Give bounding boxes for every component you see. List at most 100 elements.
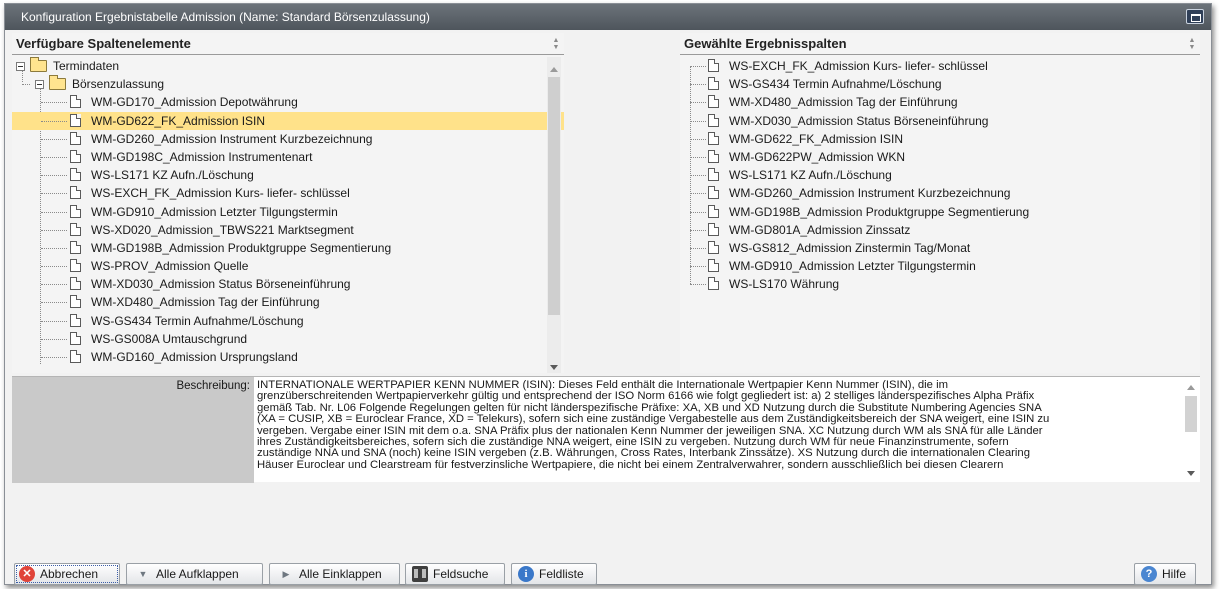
tree-connector [41,175,67,177]
tree-item[interactable]: WM-XD480_Admission Tag der Einführung [12,293,564,311]
tree-folder-boersenzulassung[interactable]: Börsenzulassung [12,75,564,93]
tree-item[interactable]: WS-EXCH_FK_Admission Kurs- liefer- schlü… [12,184,564,202]
selected-column-label: WM-GD801A_Admission Zinssatz [729,222,911,237]
description-scrollbar[interactable] [1184,379,1198,481]
selected-columns-heading: Gewählte Ergebnisspalten ▲ ▼ [680,33,1200,55]
tree-item[interactable]: WM-GD198C_Admission Instrumentenart [12,148,564,166]
tree-item-label: WS-LS171 KZ Aufn./Löschung [91,168,254,183]
tree-item[interactable]: WM-GD198B_Admission Produktgruppe Segmen… [12,239,564,257]
tree-folder-termindaten[interactable]: Termindaten [12,57,564,75]
tree-item[interactable]: WS-XD020_Admission_TBWS221 Marktsegment [12,221,564,239]
tree-item[interactable]: WS-LS171 KZ Aufn./Löschung [12,166,564,184]
document-icon [70,240,81,254]
scroll-down-icon[interactable] [550,365,558,370]
collapse-icon[interactable] [35,80,44,90]
description-line: (XA = CUSIP, XB = Euroclear France, XD =… [257,413,1050,426]
field-search-label: Feldsuche [433,567,489,581]
sort-arrows-icon[interactable]: ▲ ▼ [552,37,560,51]
tree-connector [22,84,30,86]
selected-column-item[interactable]: WM-GD260_Admission Instrument Kurzbezeic… [680,184,1200,202]
tree-item-label: WM-GD198C_Admission Instrumentenart [91,149,313,164]
selected-column-item[interactable]: WS-GS812_Admission Zinstermin Tag/Monat [680,239,1200,257]
tree-item[interactable]: WM-GD170_Admission Depotwährung [12,93,564,111]
scroll-down-icon[interactable] [1187,471,1195,476]
folder-label: Termindaten [53,59,120,73]
selected-column-item[interactable]: WS-LS171 KZ Aufn./Löschung [680,166,1200,184]
tree-connector [41,338,67,340]
tree-item-label: WS-XD020_Admission_TBWS221 Marktsegment [91,222,354,237]
tree-connector [41,266,67,268]
selected-column-item[interactable]: WM-GD198B_Admission Produktgruppe Segmen… [680,203,1200,221]
available-columns-scrollbar[interactable] [547,57,561,373]
info-icon: i [518,566,534,582]
selected-column-item[interactable]: WS-LS170 Währung [680,275,1200,293]
folder-icon [30,57,47,72]
selected-column-label: WS-LS171 KZ Aufn./Löschung [729,168,892,183]
collapse-all-label: Alle Einklappen [299,567,382,581]
selected-column-item[interactable]: WS-EXCH_FK_Admission Kurs- liefer- schlü… [680,57,1200,75]
document-icon [70,222,81,236]
tree-item-label: WM-GD160_Admission Ursprungsland [91,350,298,364]
selected-column-label: WM-XD480_Admission Tag der Einführung [729,95,958,110]
document-icon [708,168,719,182]
selected-column-label: WS-GS812_Admission Zinstermin Tag/Monat [729,240,971,255]
document-icon [70,186,81,200]
scroll-up-icon[interactable] [1187,385,1195,390]
selected-column-item[interactable]: WM-GD801A_Admission Zinssatz [680,221,1200,239]
selected-column-item[interactable]: WM-XD030_Admission Status Börseneinführu… [680,112,1200,130]
selected-column-item[interactable]: WM-GD622PW_Admission WKN [680,148,1200,166]
document-icon [708,131,719,145]
tree-item-label: WS-PROV_Admission Quelle [91,259,249,274]
tree-connector [690,102,706,104]
document-icon [70,295,81,309]
tree-connector [41,320,67,322]
tree-connector [41,211,67,213]
expand-all-label: Alle Aufklappen [156,567,239,581]
document-icon [708,95,719,109]
field-list-button[interactable]: i Feldliste [511,563,597,585]
selected-column-item[interactable]: WS-GS434 Termin Aufnahme/Löschung [680,75,1200,93]
scrollbar-thumb[interactable] [1185,396,1197,432]
collapse-all-button[interactable]: ▶ Alle Einklappen [269,563,400,585]
selected-column-item[interactable]: WM-GD622_FK_Admission ISIN [680,130,1200,148]
sort-arrows-icon[interactable]: ▲ ▼ [1188,37,1196,51]
collapse-icon[interactable] [16,62,25,71]
selected-column-item[interactable]: WM-GD910_Admission Letzter Tilgungstermi… [680,257,1200,275]
tree-connector [41,302,67,304]
tree-item-label: WM-GD622_FK_Admission ISIN [91,113,266,128]
document-icon [70,149,81,163]
tree-connector [690,211,706,213]
tree-item-label: WS-GS434 Termin Aufnahme/Löschung [91,313,304,328]
tree-item[interactable]: WM-GD260_Admission Instrument Kurzbezeic… [12,130,564,148]
scrollbar-thumb[interactable] [548,77,560,315]
selected-column-item[interactable]: WM-XD480_Admission Tag der Einführung [680,93,1200,111]
tree-connector [690,175,706,177]
tree-item[interactable]: WS-GS008A Umtauschgrund [12,330,564,348]
description-line: Häuser Euroclear und Clearstream für fes… [257,458,1004,471]
field-search-button[interactable]: Feldsuche [405,563,505,585]
window-title: Konfiguration Ergebnistabelle Admission … [21,10,430,24]
tree-item[interactable]: WS-PROV_Admission Quelle [12,257,564,275]
selected-column-label: WS-EXCH_FK_Admission Kurs- liefer- schlü… [729,59,988,73]
selected-column-label: WS-LS170 Währung [729,277,840,292]
tree-item[interactable]: WM-GD622_FK_Admission ISIN [12,111,564,130]
document-icon [70,204,81,218]
cancel-button[interactable]: ✕ Abbrechen [14,563,120,585]
tree-item[interactable]: WM-GD910_Admission Letzter Tilgungstermi… [12,203,564,221]
tree-item[interactable]: WM-GD160_Admission Ursprungsland [12,348,564,366]
tree-item[interactable]: WM-XD030_Admission Status Börseneinführu… [12,275,564,293]
selected-columns-pane: Gewählte Ergebnisspalten ▲ ▼ WS-EXCH_FK_A… [680,33,1200,373]
selected-columns-title: Gewählte Ergebnisspalten [684,36,847,51]
document-icon [708,186,719,200]
scroll-up-icon[interactable] [550,67,558,72]
help-button[interactable]: ? Hilfe [1134,563,1196,585]
available-columns-pane: Verfügbare Spaltenelemente ▲ ▼ Termindate… [12,33,564,373]
tree-item[interactable]: WS-GS434 Termin Aufnahme/Löschung [12,312,564,330]
document-icon [70,113,81,127]
selected-column-label: WM-GD198B_Admission Produktgruppe Segmen… [729,204,1030,219]
expand-all-button[interactable]: ▼ Alle Aufklappen [126,563,263,585]
maximize-button[interactable] [1186,9,1204,24]
tree-connector [41,229,67,231]
description-label-cell: Beschreibung: [12,377,254,483]
selected-column-label: WM-XD030_Admission Status Börseneinführu… [729,113,989,128]
